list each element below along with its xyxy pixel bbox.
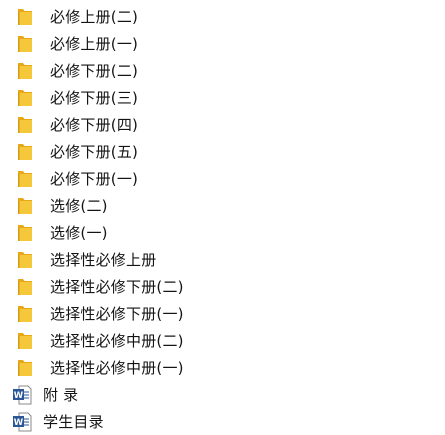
folder-list-item[interactable]: 必修下册(三) xyxy=(0,84,445,111)
word-document-icon: W xyxy=(13,384,33,406)
svg-text:W: W xyxy=(14,390,24,400)
item-label: 必修下册(五) xyxy=(50,142,139,161)
folder-icon xyxy=(14,303,36,325)
item-label: 选择性必修上册 xyxy=(50,250,157,269)
folder-icon xyxy=(14,357,36,379)
folder-list-item[interactable]: 必修上册(二) xyxy=(0,3,445,30)
word-document-icon: W xyxy=(13,411,33,433)
item-label: 必修下册(四) xyxy=(50,115,139,134)
folder-list-item[interactable]: 选择性必修中册(二) xyxy=(0,327,445,354)
folder-icon xyxy=(14,222,36,244)
folder-icon xyxy=(14,6,36,28)
folder-icon xyxy=(14,195,36,217)
item-label: 必修上册(二) xyxy=(50,7,139,26)
item-label: 必修下册(一) xyxy=(50,169,139,188)
folder-list-item[interactable]: 必修下册(一) xyxy=(0,165,445,192)
item-label: 学生目录 xyxy=(43,412,104,431)
folder-list-item[interactable]: 选择性必修上册 xyxy=(0,246,445,273)
folder-icon xyxy=(14,330,36,352)
item-label: 选修(二) xyxy=(50,196,108,215)
folder-list-item[interactable]: 必修上册(一) xyxy=(0,30,445,57)
file-list-item[interactable]: W 学生目录 xyxy=(0,408,445,435)
item-label: 必修下册(二) xyxy=(50,61,139,80)
item-label: 必修下册(三) xyxy=(50,88,139,107)
item-label: 选修(一) xyxy=(50,223,108,242)
folder-icon xyxy=(14,114,36,136)
folder-list-item[interactable]: 选修(一) xyxy=(0,219,445,246)
folder-icon xyxy=(14,249,36,271)
folder-list-item[interactable]: 选修(二) xyxy=(0,192,445,219)
folder-icon xyxy=(14,276,36,298)
folder-list-item[interactable]: 选择性必修中册(一) xyxy=(0,354,445,381)
folder-icon xyxy=(14,141,36,163)
item-label: 选择性必修中册(二) xyxy=(50,331,184,350)
item-label: 选择性必修下册(二) xyxy=(50,277,184,296)
folder-icon xyxy=(14,33,36,55)
folder-list-item[interactable]: 选择性必修下册(一) xyxy=(0,300,445,327)
folder-icon xyxy=(14,168,36,190)
folder-list-item[interactable]: 选择性必修下册(二) xyxy=(0,273,445,300)
folder-list-item[interactable]: 必修下册(四) xyxy=(0,111,445,138)
folder-icon xyxy=(14,87,36,109)
folder-list-item[interactable]: 必修下册(二) xyxy=(0,57,445,84)
item-label: 附 录 xyxy=(43,385,79,404)
svg-text:W: W xyxy=(14,417,24,427)
item-label: 必修上册(一) xyxy=(50,34,139,53)
file-list: 必修上册(二) 必修上册(一) 必修下册(二) 必修下册(三) 必修下册(四) 必修下册(… xyxy=(0,3,445,435)
item-label: 选择性必修中册(一) xyxy=(50,358,184,377)
folder-icon xyxy=(14,60,36,82)
file-list-item[interactable]: W附 录 xyxy=(0,381,445,408)
folder-list-item[interactable]: 必修下册(五) xyxy=(0,138,445,165)
item-label: 选择性必修下册(一) xyxy=(50,304,184,323)
